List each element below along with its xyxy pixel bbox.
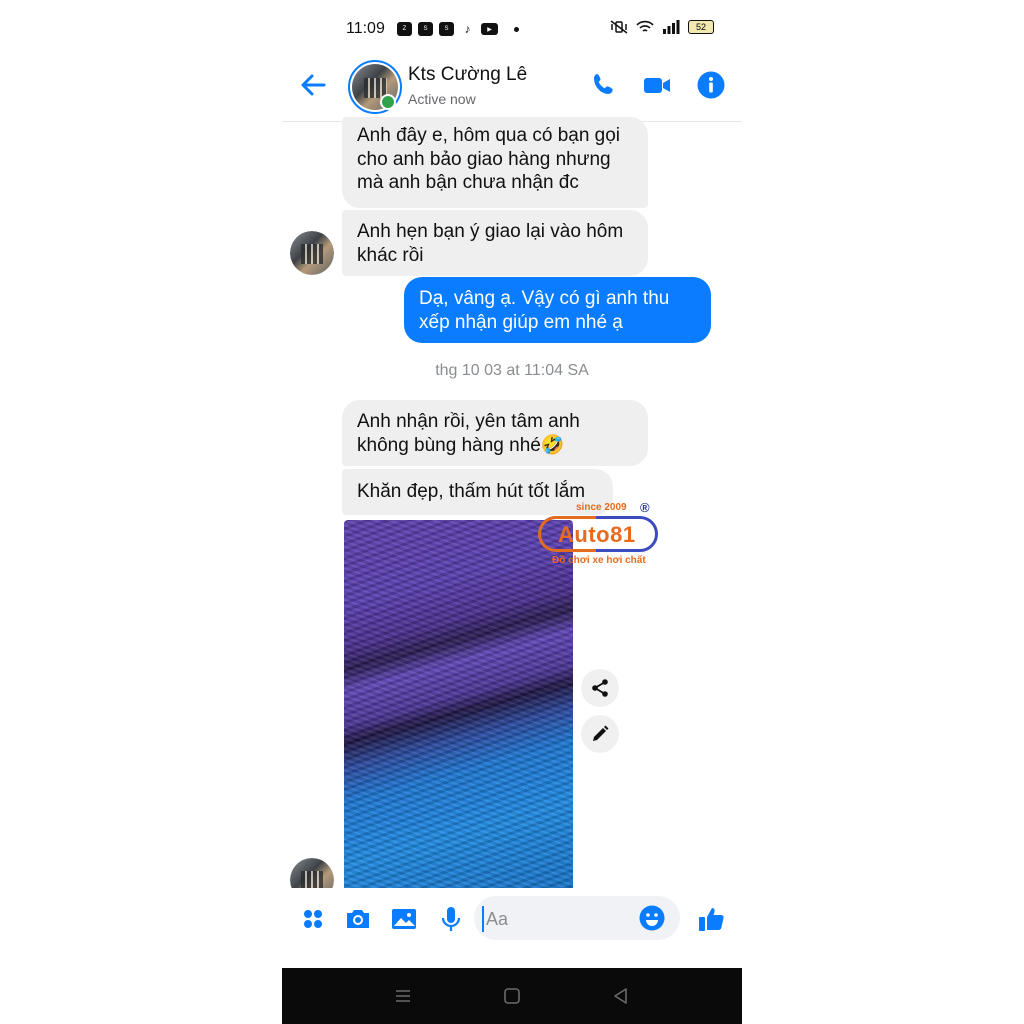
pencil-icon	[593, 725, 609, 741]
signal-icon	[663, 20, 680, 34]
message-bubble-received[interactable]: Anh đây e, hôm qua có bạn gọi cho anh bả…	[342, 117, 648, 208]
shop-icon: S	[439, 22, 454, 36]
presence-status: Active now	[408, 91, 476, 107]
watermark-tagline: Đồ chơi xe hơi chất	[552, 555, 646, 566]
more-notifications-icon	[514, 26, 519, 32]
message-bubble-received[interactable]: Anh nhận rồi, yên tâm anh không bùng hàn…	[342, 400, 648, 466]
message-photo[interactable]	[344, 520, 573, 888]
tiktok-icon: ♪	[464, 22, 471, 36]
zalo-icon: Z	[397, 22, 412, 36]
wifi-icon	[636, 20, 654, 32]
gallery-icon[interactable]	[389, 904, 419, 934]
emoji-icon[interactable]	[638, 904, 666, 932]
like-thumb-icon[interactable]	[696, 904, 726, 934]
info-icon[interactable]	[696, 70, 726, 100]
system-indicators: 52	[610, 20, 714, 34]
share-icon	[592, 679, 608, 697]
message-input[interactable]	[482, 906, 638, 932]
chat-header: Kts Cường Lê Active now	[282, 56, 742, 122]
watermark-brand: Auto81	[558, 522, 636, 547]
camera-icon[interactable]	[343, 904, 373, 934]
watermark-since: since 2009	[576, 502, 627, 513]
notification-icons: Z S S ♪ ▶	[397, 22, 519, 36]
system-navigation-bar	[282, 968, 742, 1024]
shopee-icon: S	[418, 22, 433, 36]
youtube-icon: ▶	[481, 23, 498, 35]
apps-menu-icon[interactable]	[298, 904, 328, 934]
messenger-screen: 11:09 Z S S ♪ ▶ 52 Kts Cường Lê Active n…	[282, 0, 742, 1024]
message-input-wrapper	[474, 896, 680, 940]
vibrate-icon	[610, 20, 628, 34]
status-bar: 11:09 Z S S ♪ ▶ 52	[282, 0, 742, 60]
home-icon[interactable]	[502, 986, 522, 1006]
contact-name[interactable]: Kts Cường Lê	[408, 64, 527, 86]
back-arrow-icon[interactable]	[298, 70, 328, 100]
message-bubble-received[interactable]: Anh hẹn bạn ý giao lại vào hôm khác rồi	[342, 210, 648, 276]
microphone-icon[interactable]	[436, 904, 466, 934]
message-bubble-sent[interactable]: Dạ, vâng ạ. Vậy có gì anh thu xếp nhận g…	[404, 277, 711, 343]
video-call-icon[interactable]	[642, 70, 672, 100]
phone-call-icon[interactable]	[589, 70, 619, 100]
contact-avatar-small[interactable]	[290, 231, 334, 275]
auto81-watermark: since 2009 ® Auto81 Đồ chơi xe hơi chất	[538, 500, 663, 570]
message-composer	[282, 888, 742, 952]
message-timestamp: thg 10 03 at 11:04 SA	[435, 362, 589, 379]
recent-apps-icon[interactable]	[393, 986, 413, 1006]
online-indicator	[380, 94, 396, 110]
back-nav-icon[interactable]	[611, 986, 631, 1006]
share-button[interactable]	[581, 669, 619, 707]
watermark-registered: ®	[640, 500, 650, 515]
battery-icon: 52	[688, 20, 714, 34]
edit-photo-button[interactable]	[581, 715, 619, 753]
status-time: 11:09	[346, 20, 385, 37]
